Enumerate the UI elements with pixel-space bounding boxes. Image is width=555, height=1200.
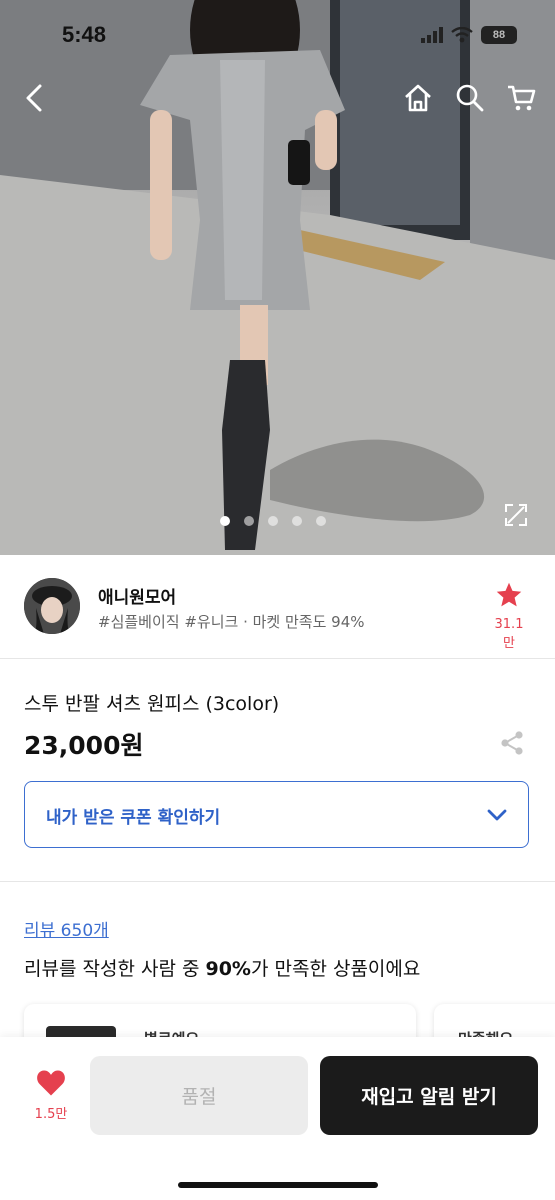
- signal-icon: [421, 27, 443, 43]
- coupon-check-button[interactable]: 내가 받은 쿠폰 확인하기: [24, 781, 529, 848]
- review-summary: 리뷰를 작성한 사람 중 90%가 만족한 상품이에요: [24, 954, 420, 981]
- carousel-dot[interactable]: [316, 516, 326, 526]
- review-summary-prefix: 리뷰를 작성한 사람 중: [24, 958, 206, 980]
- avatar-image: [24, 578, 80, 634]
- bottom-action-bar: 1.5만 품절 재입고 알림 받기: [0, 1037, 555, 1200]
- like-count: 1.5만: [34, 1107, 68, 1122]
- soldout-button: 품절: [90, 1056, 308, 1135]
- carousel-dot[interactable]: [220, 516, 230, 526]
- product-info: 스투 반팔 셔츠 원피스 (3color) 23,000원 내가 받은 쿠폰 확…: [0, 660, 555, 882]
- carousel-dot[interactable]: [268, 516, 278, 526]
- like-button[interactable]: 1.5만: [26, 1069, 76, 1122]
- seller-tags: #심플베이직 #유니크 · 마켓 만족도 94%: [98, 613, 365, 631]
- wifi-icon: [451, 27, 473, 43]
- carousel-indicator: [220, 516, 326, 526]
- chevron-left-icon: [26, 84, 42, 112]
- favorite-count: 31.1만: [494, 617, 524, 651]
- favorite-store-button[interactable]: 31.1만: [489, 581, 529, 651]
- carousel-dot[interactable]: [244, 516, 254, 526]
- star-icon: [496, 582, 522, 607]
- share-icon[interactable]: [499, 730, 525, 756]
- review-count-link[interactable]: 리뷰 650개: [24, 916, 109, 941]
- home-button[interactable]: [398, 78, 438, 118]
- chevron-down-icon: [487, 809, 507, 821]
- review-section: 리뷰 650개 리뷰를 작성한 사람 중 90%가 만족한 상품이에요 별로예요…: [0, 882, 555, 1064]
- review-summary-suffix: 가 만족한 상품이에요: [250, 958, 421, 980]
- battery-icon: 88: [481, 26, 517, 44]
- search-icon: [456, 84, 484, 112]
- seller-avatar[interactable]: [24, 578, 80, 634]
- cart-icon: [508, 85, 536, 111]
- heart-icon: [37, 1070, 65, 1096]
- cart-button[interactable]: [501, 78, 541, 118]
- search-button[interactable]: [450, 78, 490, 118]
- coupon-label: 내가 받은 쿠폰 확인하기: [46, 808, 221, 828]
- top-navigation: [0, 78, 555, 118]
- battery-level: 88: [492, 29, 506, 41]
- seller-name[interactable]: 애니원모어: [98, 583, 176, 608]
- product-image-carousel[interactable]: 5:48 88: [0, 0, 555, 555]
- back-button[interactable]: [14, 78, 54, 118]
- product-price: 23,000원: [24, 731, 144, 760]
- expand-icon[interactable]: [503, 502, 529, 528]
- home-indicator: [178, 1182, 378, 1188]
- status-time: 5:48: [62, 22, 107, 47]
- seller-section[interactable]: 애니원모어 #심플베이직 #유니크 · 마켓 만족도 94% 31.1만: [0, 555, 555, 659]
- home-icon: [405, 84, 431, 112]
- product-name: 스투 반팔 셔츠 원피스 (3color): [24, 693, 280, 715]
- review-summary-percent: 90%: [205, 958, 251, 980]
- restock-alert-button[interactable]: 재입고 알림 받기: [320, 1056, 538, 1135]
- status-icons: 88: [421, 26, 517, 44]
- carousel-dot[interactable]: [292, 516, 302, 526]
- status-bar: 5:48 88: [0, 18, 555, 54]
